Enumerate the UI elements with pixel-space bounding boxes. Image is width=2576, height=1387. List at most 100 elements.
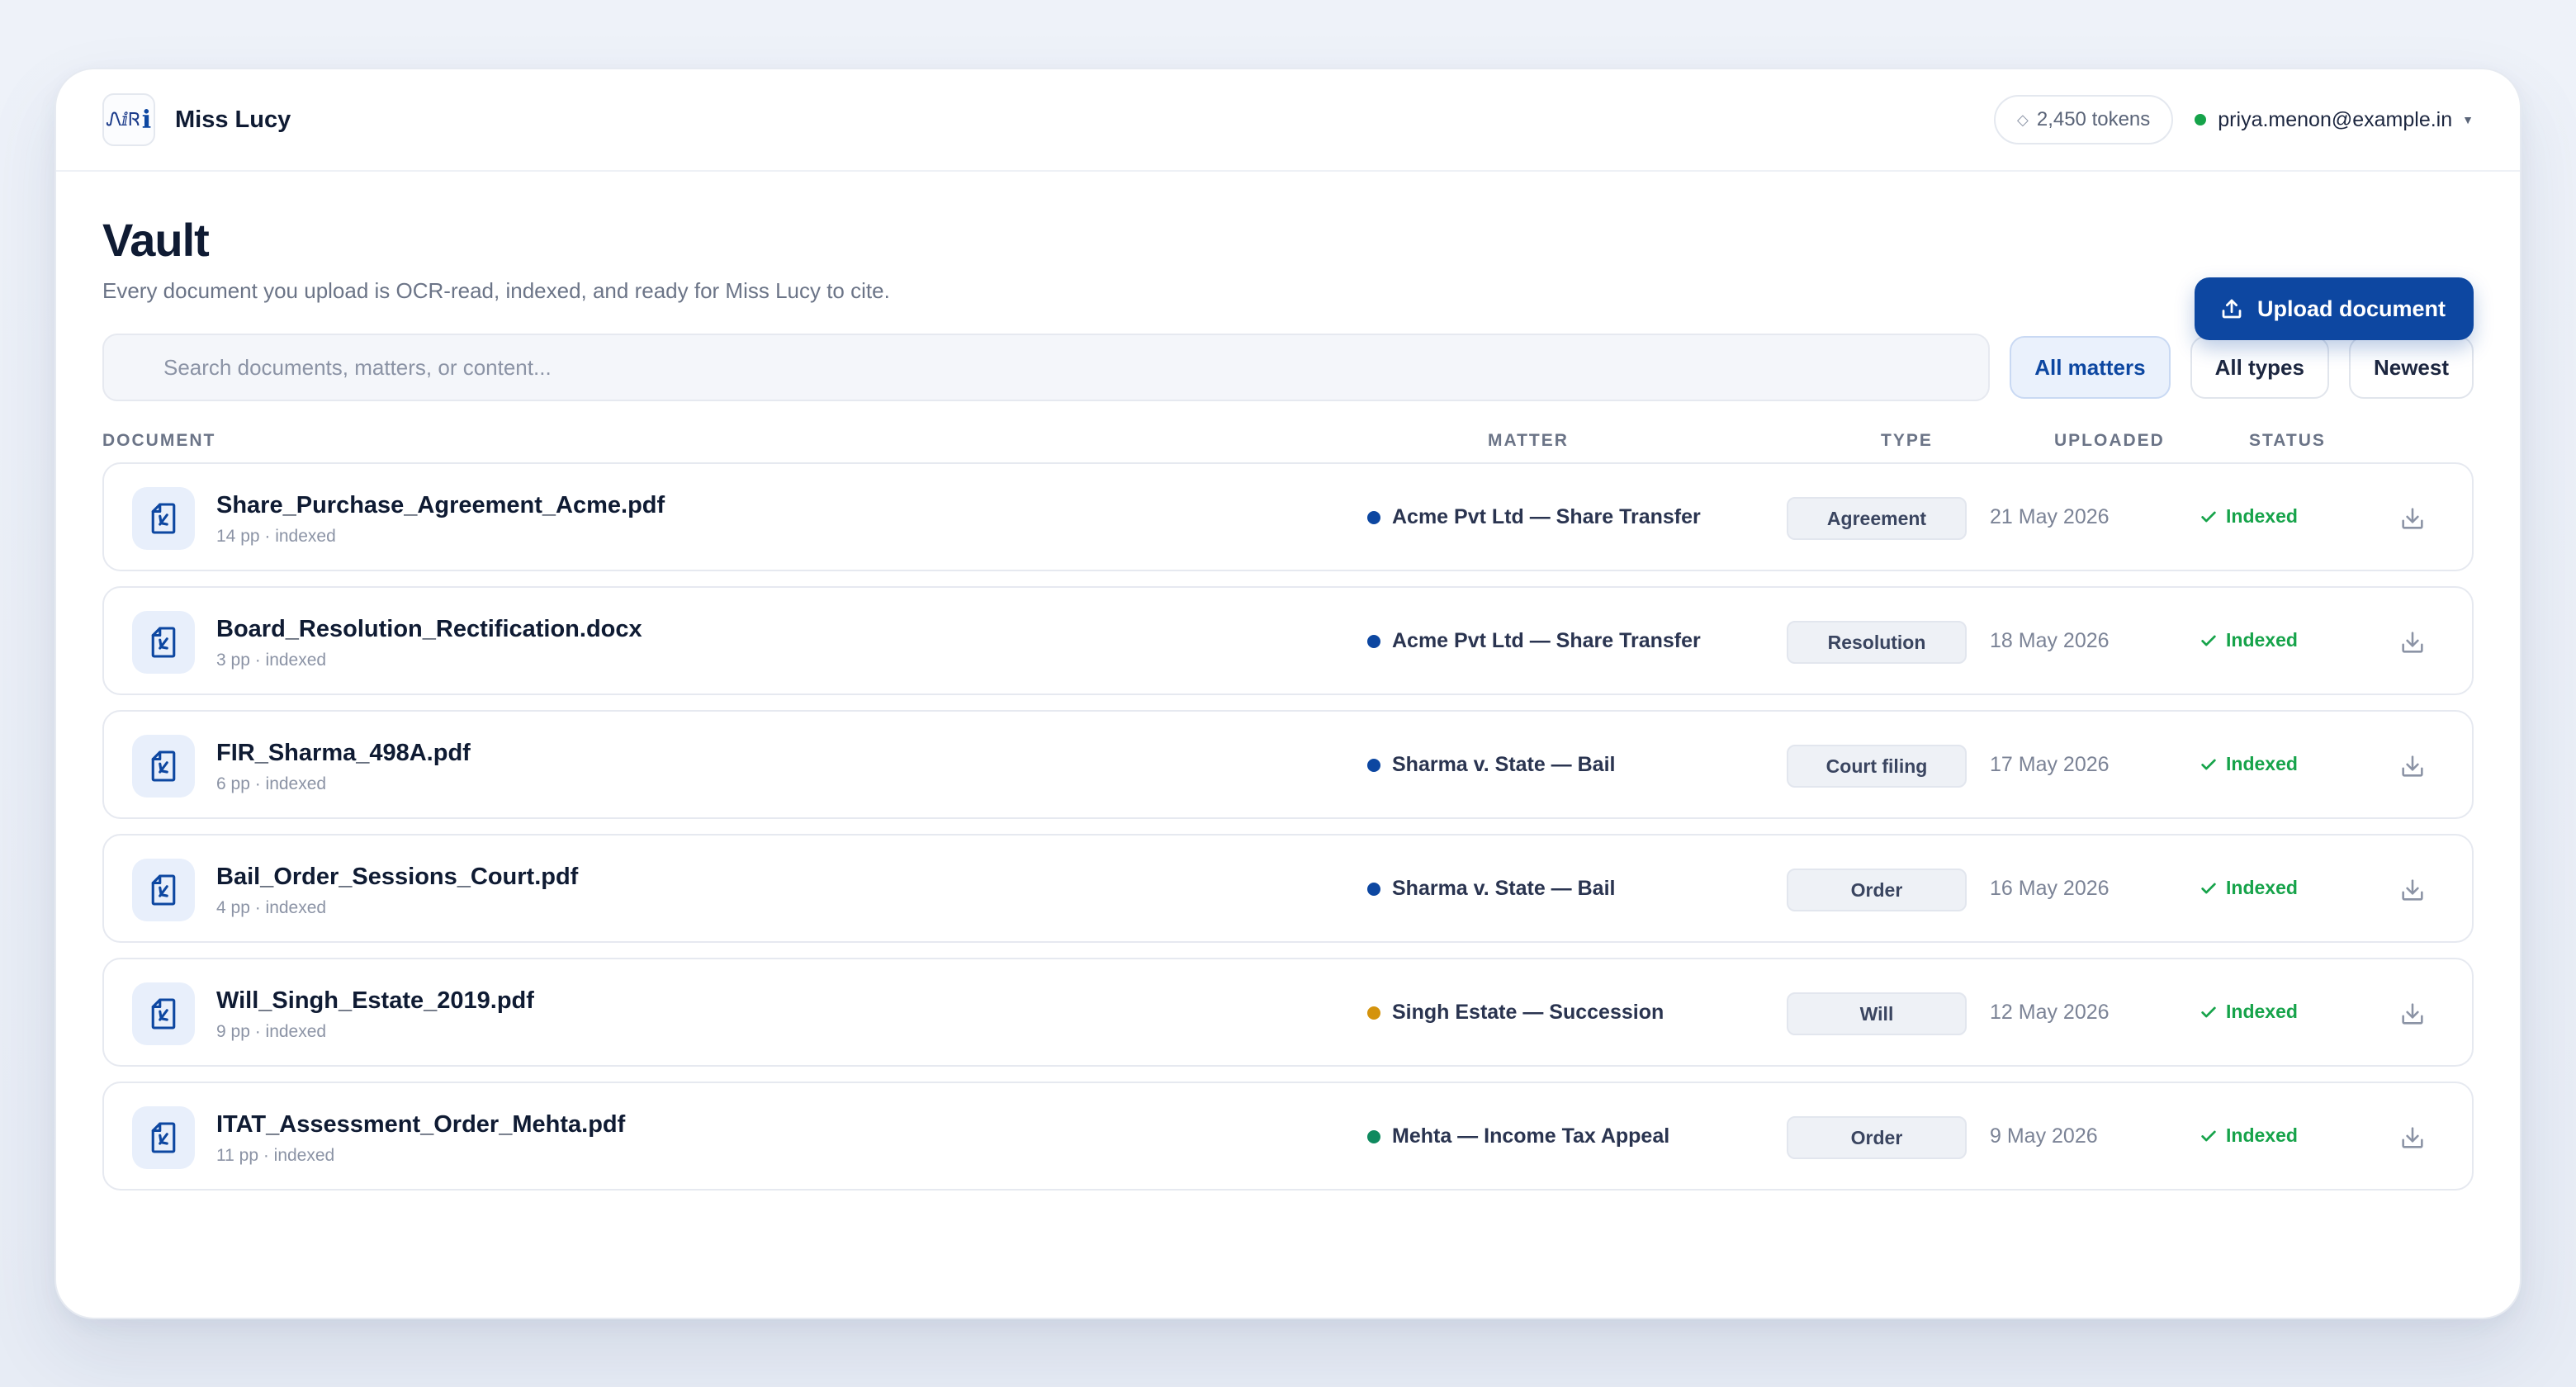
column-status[interactable]: STATUS: [2249, 431, 2326, 451]
document-row[interactable]: Board_Resolution_Rectification.docx 3 pp…: [102, 586, 2474, 695]
uploaded-date: 17 May 2026: [1990, 753, 2110, 776]
matter-label[interactable]: Singh Estate — Succession: [1367, 1001, 1664, 1025]
document-icon: [132, 1106, 195, 1169]
document-name[interactable]: Bail_Order_Sessions_Court.pdf: [216, 864, 578, 891]
account-menu[interactable]: priya.menon@example.in ▼: [2195, 108, 2474, 132]
status-badge: Indexed: [2200, 753, 2298, 775]
matter-name: Mehta — Income Tax Appeal: [1392, 1124, 1670, 1148]
check-icon: [2201, 1006, 2216, 1017]
document-meta: 11 pp · indexed: [216, 1146, 335, 1165]
document-row[interactable]: Will_Singh_Estate_2019.pdf 9 pp · indexe…: [102, 958, 2474, 1067]
column-uploaded[interactable]: UPLOADED: [2054, 431, 2165, 451]
type-badge: Will: [1787, 992, 1967, 1035]
document-icon: [132, 859, 195, 921]
matter-color-dot: [1367, 1129, 1380, 1143]
download-button[interactable]: [2396, 626, 2429, 659]
online-status-dot: [2195, 114, 2207, 125]
download-icon: [2402, 1003, 2423, 1025]
matter-label[interactable]: Sharma v. State — Bail: [1367, 877, 1615, 901]
matter-color-dot: [1367, 758, 1380, 772]
uploaded-date: 18 May 2026: [1990, 629, 2110, 652]
uploaded-date: 16 May 2026: [1990, 877, 2110, 900]
top-bar: ᏁⅈᏒ i Miss Lucy ◇ 2,450 tokens priya.meno…: [56, 69, 2520, 172]
document-row[interactable]: Share_Purchase_Agreement_Acme.pdf 14 pp …: [102, 462, 2474, 571]
document-name[interactable]: Board_Resolution_Rectification.docx: [216, 616, 642, 643]
toolbar: All matters All types Newest: [102, 334, 2474, 401]
matter-color-dot: [1367, 510, 1380, 524]
status-text: Indexed: [2226, 629, 2298, 651]
matter-color-dot: [1367, 634, 1380, 648]
status-badge: Indexed: [2200, 1124, 2298, 1147]
logo-mark: i: [141, 105, 152, 135]
token-balance[interactable]: ◇ 2,450 tokens: [1994, 95, 2174, 144]
check-icon: [2201, 759, 2216, 769]
matter-name: Sharma v. State — Bail: [1392, 753, 1616, 776]
document-icon: [132, 982, 195, 1045]
filter-all-types[interactable]: All types: [2190, 336, 2329, 399]
document-meta: 9 pp · indexed: [216, 1022, 327, 1041]
column-matter[interactable]: MATTER: [1488, 431, 1569, 451]
diamond-icon: ◇: [2017, 111, 2029, 128]
upload-icon: [2222, 299, 2242, 319]
column-document[interactable]: DOCUMENT: [102, 431, 215, 451]
download-icon: [2402, 755, 2423, 777]
search-box[interactable]: [102, 334, 1991, 401]
upload-label: Upload document: [2257, 296, 2446, 321]
document-row[interactable]: Bail_Order_Sessions_Court.pdf 4 pp · ind…: [102, 834, 2474, 943]
matter-label[interactable]: Acme Pvt Ltd — Share Transfer: [1367, 505, 1701, 529]
document-name[interactable]: Will_Singh_Estate_2019.pdf: [216, 987, 534, 1015]
type-badge: Order: [1787, 869, 1967, 911]
document-row[interactable]: FIR_Sharma_498A.pdf 6 pp · indexed Sharm…: [102, 710, 2474, 819]
status-text: Indexed: [2226, 1001, 2298, 1022]
sort-newest[interactable]: Newest: [2348, 336, 2474, 399]
type-badge: Court filing: [1787, 745, 1967, 788]
matter-label[interactable]: Acme Pvt Ltd — Share Transfer: [1367, 629, 1701, 653]
matter-name: Acme Pvt Ltd — Share Transfer: [1392, 505, 1701, 528]
document-name[interactable]: FIR_Sharma_498A.pdf: [216, 740, 471, 767]
column-type[interactable]: TYPE: [1881, 431, 1933, 451]
search-input[interactable]: [163, 354, 1968, 381]
uploaded-date: 9 May 2026: [1990, 1124, 2098, 1148]
download-button[interactable]: [2396, 997, 2429, 1030]
status-badge: Indexed: [2200, 629, 2298, 651]
uploaded-date: 12 May 2026: [1990, 1001, 2110, 1024]
document-name[interactable]: Share_Purchase_Agreement_Acme.pdf: [216, 492, 665, 519]
download-button[interactable]: [2396, 1121, 2429, 1154]
matter-color-dot: [1367, 882, 1380, 896]
download-icon: [2402, 879, 2423, 901]
document-icon: [132, 611, 195, 674]
check-icon: [2201, 635, 2216, 646]
status-badge: Indexed: [2200, 877, 2298, 899]
token-count: 2,450 tokens: [2036, 108, 2151, 130]
download-button[interactable]: [2396, 873, 2429, 907]
page-subtitle: Every document you upload is OCR-read, i…: [102, 278, 890, 303]
matter-label[interactable]: Sharma v. State — Bail: [1367, 753, 1615, 777]
download-icon: [2402, 508, 2423, 529]
document-list: Share_Purchase_Agreement_Acme.pdf 14 pp …: [102, 462, 2474, 1191]
type-badge: Resolution: [1787, 621, 1967, 664]
download-button[interactable]: [2396, 750, 2429, 783]
app-name: Miss Lucy: [175, 106, 291, 133]
download-icon: [2402, 632, 2423, 653]
download-button[interactable]: [2396, 502, 2429, 535]
status-text: Indexed: [2226, 877, 2298, 898]
page-title: Vault: [102, 214, 210, 266]
status-text: Indexed: [2226, 753, 2298, 774]
document-meta: 3 pp · indexed: [216, 651, 327, 670]
matter-name: Acme Pvt Ltd — Share Transfer: [1392, 629, 1701, 652]
document-name[interactable]: ITAT_Assessment_Order_Mehta.pdf: [216, 1111, 625, 1138]
vault-main: Vault Every document you upload is OCR-r…: [56, 213, 2520, 1191]
document-row[interactable]: ITAT_Assessment_Order_Mehta.pdf 11 pp · …: [102, 1082, 2474, 1191]
matter-label[interactable]: Mehta — Income Tax Appeal: [1367, 1124, 1669, 1148]
app-logo[interactable]: ᏁⅈᏒ i: [102, 93, 155, 146]
upload-document-button[interactable]: Upload document: [2195, 277, 2474, 340]
filter-all-matters[interactable]: All matters: [2010, 336, 2171, 399]
check-icon: [2201, 1130, 2216, 1141]
document-icon: [132, 735, 195, 798]
download-icon: [2402, 1127, 2423, 1148]
check-icon: [2201, 511, 2216, 522]
table-header: DOCUMENT MATTER TYPE UPLOADED STATUS: [102, 426, 2474, 456]
app-window: ᏁⅈᏒ i Miss Lucy ◇ 2,450 tokens priya.meno…: [54, 68, 2522, 1319]
type-badge: Order: [1787, 1116, 1967, 1159]
status-badge: Indexed: [2200, 505, 2298, 528]
